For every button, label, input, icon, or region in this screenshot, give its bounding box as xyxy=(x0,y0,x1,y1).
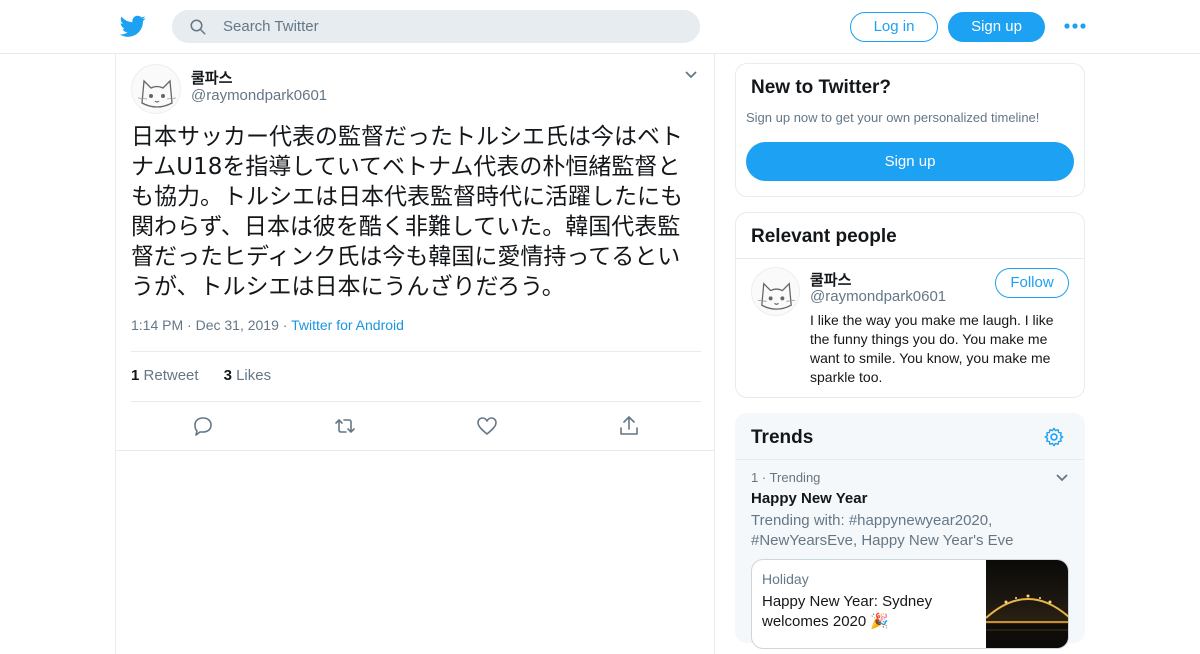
tweet-time[interactable]: 1:14 PM xyxy=(131,317,183,333)
retweet-stat[interactable]: 1 Retweet xyxy=(131,367,199,384)
like-stat-label: Likes xyxy=(236,367,272,384)
person-bio: I like the way you make me laugh. I like… xyxy=(810,312,1054,385)
relevant-people-card: Relevant people 쿨파스 @raymondpark0601 Fol… xyxy=(735,212,1085,398)
tweet-timestamp: 1:14 PM · Dec 31, 2019 · Twitter for And… xyxy=(131,317,404,333)
relevant-people-title: Relevant people xyxy=(751,226,897,247)
new-to-twitter-title: New to Twitter? xyxy=(751,77,892,98)
divider xyxy=(131,351,701,352)
separator-dot: · xyxy=(761,470,770,485)
tweet-author-handle[interactable]: @raymondpark0601 xyxy=(191,87,327,104)
more-options-icon[interactable] xyxy=(1064,22,1086,30)
tweet-permalink: 쿨파스 @raymondpark0601 日本サッカー代表の監督だったトルシエ氏… xyxy=(115,54,715,654)
trend-rank: 1 · Trending xyxy=(751,470,820,485)
person-handle[interactable]: @raymondpark0601 xyxy=(810,288,946,305)
avatar[interactable] xyxy=(131,64,181,114)
retweet-icon[interactable] xyxy=(333,414,357,438)
login-button[interactable]: Log in xyxy=(850,12,938,42)
moment-category: Holiday xyxy=(762,571,809,587)
top-bar: Log in Sign up xyxy=(0,0,1200,54)
reply-icon[interactable] xyxy=(191,414,215,438)
retweet-stat-label: Retweet xyxy=(143,367,199,384)
sydney-harbour-bridge-image xyxy=(985,594,1068,648)
tweet-stats: 1 Retweet 3 Likes xyxy=(131,367,271,384)
trends-title: Trends xyxy=(751,427,814,448)
search-box[interactable] xyxy=(172,10,700,43)
gear-icon[interactable] xyxy=(1043,426,1065,448)
moment-title: Happy New Year: Sydney welcomes 2020 🎉 xyxy=(762,593,933,630)
new-to-twitter-card: New to Twitter? Sign up now to get your … xyxy=(735,63,1085,197)
chevron-down-icon[interactable] xyxy=(1055,473,1069,483)
divider xyxy=(736,459,1084,460)
trend-rank-label: Trending xyxy=(769,470,821,485)
follow-button[interactable]: Follow xyxy=(995,268,1069,298)
tweet-source-link[interactable]: Twitter for Android xyxy=(291,317,404,333)
signup-button[interactable]: Sign up xyxy=(948,12,1045,42)
trend-rank-number: 1 xyxy=(751,470,759,485)
tweet-date[interactable]: Dec 31, 2019 xyxy=(196,317,279,333)
person-name[interactable]: 쿨파스 xyxy=(810,269,851,290)
separator-dot: · xyxy=(282,317,292,333)
trend-moment-card[interactable]: Holiday Happy New Year: Sydney welcomes … xyxy=(751,559,1069,649)
like-stat[interactable]: 3 Likes xyxy=(224,367,272,384)
divider xyxy=(736,258,1084,259)
tweet-text: 日本サッカー代表の監督だったトルシエ氏は今はベトナムU18を指導していてベトナム… xyxy=(131,124,683,300)
cat-avatar-icon xyxy=(137,79,177,108)
share-icon[interactable] xyxy=(617,414,641,438)
avatar[interactable] xyxy=(751,267,800,316)
separator-dot: · xyxy=(187,317,196,333)
cat-avatar-icon xyxy=(757,282,796,310)
moment-thumbnail xyxy=(985,560,1068,648)
like-heart-icon[interactable] xyxy=(475,414,499,438)
like-count: 3 xyxy=(223,367,232,384)
chevron-down-icon[interactable] xyxy=(684,70,698,80)
divider xyxy=(116,450,714,451)
trend-name[interactable]: Happy New Year xyxy=(751,490,867,507)
search-icon xyxy=(190,19,206,35)
trends-card: Trends 1 · Trending Happy New Year Trend… xyxy=(735,413,1085,649)
new-to-twitter-subtitle: Sign up now to get your own personalized… xyxy=(746,110,1040,125)
tweet-author-name[interactable]: 쿨파스 xyxy=(191,67,232,88)
twitter-logo-icon[interactable] xyxy=(120,13,146,39)
signup-cta-button[interactable]: Sign up xyxy=(746,142,1074,181)
search-input[interactable] xyxy=(223,11,683,42)
divider xyxy=(131,401,701,402)
retweet-count: 1 xyxy=(131,367,140,384)
trend-related: Trending with: #happynewyear2020, #NewYe… xyxy=(751,512,1014,549)
